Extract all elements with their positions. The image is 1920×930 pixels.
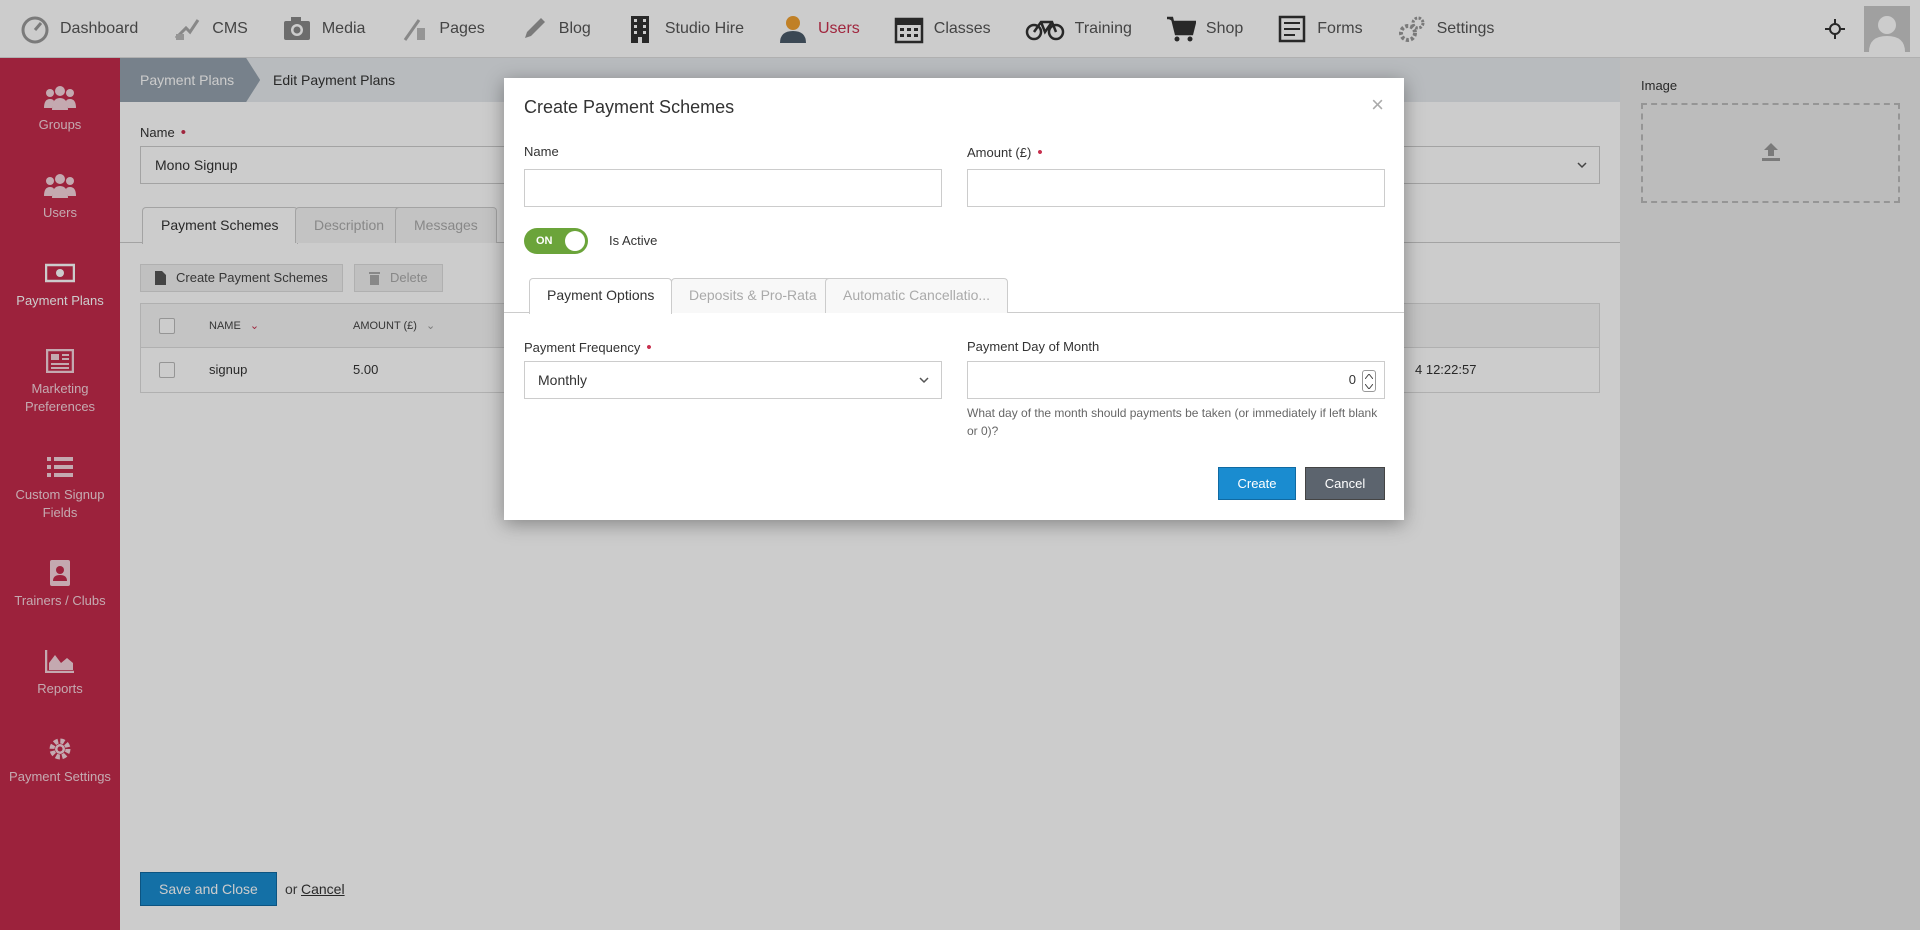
payment-day-value: 0 (1348, 372, 1356, 387)
chevron-down-icon (919, 362, 929, 411)
is-active-label: Is Active (609, 233, 658, 248)
amount-input[interactable] (967, 169, 1385, 207)
is-active-toggle[interactable]: ON (524, 228, 588, 254)
required-marker: • (1037, 144, 1043, 161)
required-marker: • (646, 339, 652, 356)
dialog-title: Create Payment Schemes (524, 97, 735, 117)
cancel-button[interactable]: Cancel (1305, 467, 1385, 500)
number-spinner[interactable] (1362, 370, 1376, 392)
amount-label-text: Amount (£) (967, 145, 1032, 160)
payment-frequency-label-text: Payment Frequency (524, 340, 641, 355)
amount-label: Amount (£) • (967, 144, 1043, 161)
payment-day-input[interactable]: 0 (967, 361, 1385, 399)
payment-day-label: Payment Day of Month (967, 339, 1100, 354)
create-payment-schemes-dialog: Create Payment Schemes × Name Amount (£)… (504, 78, 1404, 520)
payment-frequency-label: Payment Frequency • (524, 339, 652, 356)
dialog-tabs: Payment Options Deposits & Pro-Rata Auto… (504, 275, 1404, 314)
spin-up-icon (1365, 373, 1373, 379)
create-button[interactable]: Create (1218, 467, 1296, 500)
close-icon[interactable]: × (1371, 94, 1384, 116)
tab-payment-options[interactable]: Payment Options (529, 278, 673, 314)
spin-down-icon (1365, 383, 1373, 389)
scheme-name-label: Name (524, 144, 559, 159)
payment-frequency-value: Monthly (538, 372, 588, 388)
tab-automatic-cancellation[interactable]: Automatic Cancellatio... (825, 278, 1009, 313)
payment-frequency-select[interactable]: Monthly (524, 361, 942, 399)
toggle-knob (565, 231, 585, 251)
toggle-on-label: ON (536, 235, 553, 247)
payment-day-help: What day of the month should payments be… (967, 406, 1378, 438)
scheme-name-input[interactable] (524, 169, 942, 207)
tab-deposits-pro-rata[interactable]: Deposits & Pro-Rata (671, 278, 835, 313)
